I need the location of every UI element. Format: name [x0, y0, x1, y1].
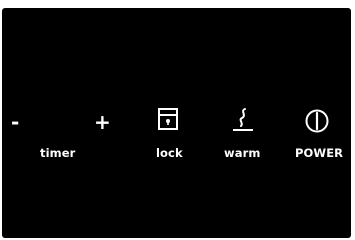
power-label: POWER [295, 146, 344, 160]
lock-icon[interactable] [157, 107, 179, 131]
warm-label: warm [224, 146, 261, 160]
power-icon[interactable] [304, 107, 330, 135]
cooktop-control-panel: - + timer lock warm POWER [2, 8, 351, 238]
lock-label: lock [156, 146, 183, 160]
timer-decrease-button[interactable]: - [11, 112, 19, 132]
warm-steam-icon[interactable] [231, 107, 255, 133]
timer-increase-button[interactable]: + [94, 112, 111, 132]
timer-label: timer [40, 146, 76, 160]
